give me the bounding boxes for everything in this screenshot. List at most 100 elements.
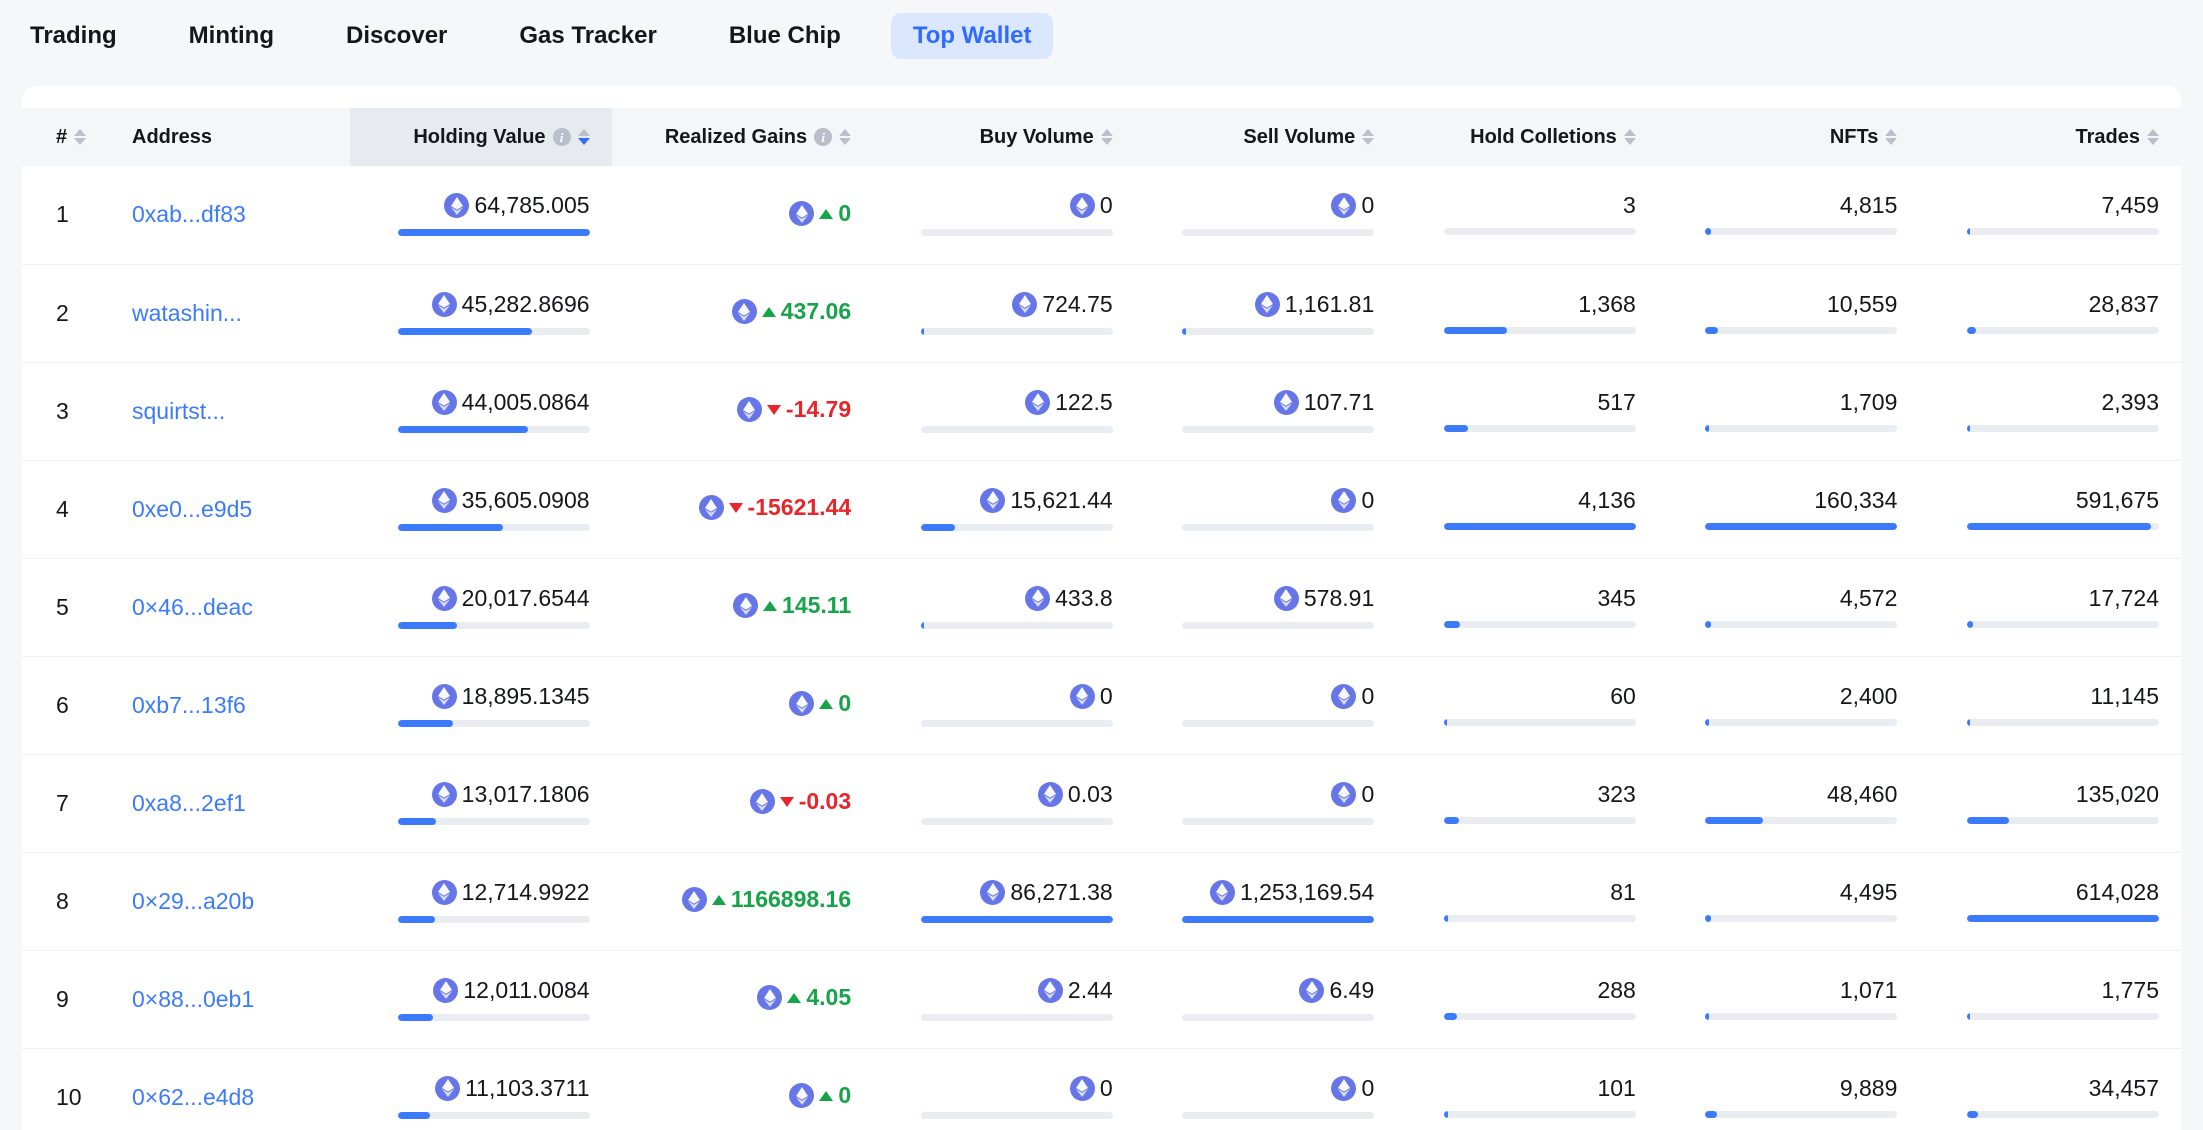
holding-value-value: 12,011.0084 (433, 977, 590, 1003)
info-icon[interactable]: i (814, 128, 833, 146)
sort-toggle-icon[interactable] (2147, 129, 2159, 145)
table-row[interactable]: 1 0xab...df83 64,785.005 0 0 0 3 4,815 7,459 (22, 166, 2181, 264)
hold-collections-cell: 101 (1396, 1048, 1658, 1130)
nav-tab-discover[interactable]: Discover (324, 13, 469, 59)
buy-volume-text: 433.8 (1055, 584, 1113, 611)
address-link[interactable]: 0xb7...13f6 (132, 692, 246, 718)
sort-toggle-icon[interactable] (1100, 129, 1113, 145)
trades-text: 135,020 (2075, 780, 2159, 807)
address-link[interactable]: 0×62...e4d8 (132, 1084, 254, 1110)
buy-volume-value: 0 (1069, 683, 1113, 709)
nfts-cell: 4,572 (1658, 558, 1920, 656)
sell-volume-text: 1,253,169.54 (1239, 878, 1375, 905)
address-link[interactable]: 0xa8...2ef1 (132, 790, 246, 816)
address-link[interactable]: squirtst... (132, 398, 225, 424)
address-link[interactable]: 0×29...a20b (132, 888, 254, 914)
holding-value-progress-bar (397, 915, 590, 923)
hold-collections-cell: 4,136 (1396, 460, 1658, 558)
address-link[interactable]: 0×46...deac (132, 594, 253, 620)
table-row[interactable]: 2 watashin... 45,282.8696 437.06 724.75 1,161… (22, 264, 2181, 362)
holding-value-value: 35,605.0908 (431, 487, 590, 513)
sell-volume-cell: 0 (1135, 166, 1397, 264)
sort-toggle-icon[interactable] (1362, 129, 1375, 145)
hold-collections-value: 101 (1597, 1076, 1635, 1100)
nfts-cell: 10,559 (1658, 264, 1920, 362)
buy-volume-cell: 0 (873, 1048, 1135, 1130)
realized-gains-text: 145.11 (782, 592, 852, 619)
table-row[interactable]: 6 0xb7...13f6 18,895.1345 0 0 0 60 2,400 11,145 (22, 656, 2181, 754)
sort-toggle-icon[interactable] (1623, 129, 1636, 145)
table-row[interactable]: 8 0×29...a20b 12,714.9922 1166898.16 86,271.… (22, 852, 2181, 950)
trades-progress-bar (1967, 914, 2159, 922)
column-header-hold[interactable]: Hold Colletions (1396, 108, 1658, 166)
nav-tab-gas-tracker[interactable]: Gas Tracker (497, 13, 678, 59)
table-row[interactable]: 4 0xe0...e9d5 35,605.0908 -15621.44 15,621.4… (22, 460, 2181, 558)
nfts-text: 9,889 (1839, 1074, 1898, 1101)
column-header-nfts[interactable]: NFTs (1658, 108, 1920, 166)
table-row[interactable]: 7 0xa8...2ef1 13,017.1806 -0.03 0.03 0 323 48,4… (22, 754, 2181, 852)
column-header-gains[interactable]: Realized Gains i (612, 108, 874, 166)
nfts-value: 4,815 (1840, 194, 1898, 217)
holding-value-value: 64,785.005 (444, 192, 590, 219)
sell-volume-text: 1,161.81 (1284, 290, 1375, 317)
table-row[interactable]: 10 0×62...e4d8 11,103.3711 0 0 0 101 9,889 34,45… (22, 1048, 2181, 1130)
hold-collections-progress-bar (1443, 1012, 1636, 1020)
holding-value-cell: 35,605.0908 (350, 460, 612, 558)
hold-collections-value: 288 (1597, 978, 1635, 1002)
ethereum-icon (731, 299, 757, 325)
hold-collections-text: 323 (1597, 780, 1636, 807)
holding-value-text: 64,785.005 (474, 192, 590, 219)
sort-toggle-icon[interactable] (1885, 129, 1898, 145)
column-header-rank[interactable]: # (22, 108, 110, 166)
nfts-progress-bar (1705, 1110, 1898, 1118)
info-icon[interactable]: i (552, 128, 571, 146)
realized-gains-text: 4.05 (806, 984, 852, 1011)
ethereum-icon (431, 879, 457, 905)
nfts-cell: 48,460 (1658, 754, 1920, 852)
address-link[interactable]: 0×88...0eb1 (132, 986, 254, 1012)
table-row[interactable]: 5 0×46...deac 20,017.6544 145.11 433.8 578.91… (22, 558, 2181, 656)
sort-toggle-icon[interactable] (577, 129, 590, 145)
ethereum-icon (431, 585, 457, 611)
nfts-progress-bar (1705, 228, 1898, 236)
gain-direction-up-icon (819, 208, 834, 219)
table-row[interactable]: 9 0×88...0eb1 12,011.0084 4.05 2.44 6.49 288 1,… (22, 950, 2181, 1048)
main-navigation: Trading Minting Discover Gas Tracker Blue Ch… (0, 0, 2203, 72)
hold-collections-cell: 323 (1396, 754, 1658, 852)
sell-volume-value: 1,253,169.54 (1209, 878, 1375, 905)
address-link[interactable]: watashin... (132, 300, 242, 326)
nav-tab-trading[interactable]: Trading (8, 13, 139, 59)
sort-toggle-icon[interactable] (74, 129, 87, 145)
column-header-buy[interactable]: Buy Volume (873, 108, 1135, 166)
column-header-holding[interactable]: Holding Value i (350, 108, 612, 166)
sell-volume-progress-bar (1182, 229, 1375, 237)
nav-tab-minting[interactable]: Minting (167, 13, 296, 59)
nav-tab-top-wallet[interactable]: Top Wallet (890, 13, 1054, 59)
buy-volume-progress-bar (920, 1013, 1113, 1021)
sell-volume-value: 0 (1331, 1075, 1374, 1101)
nav-tab-blue-chip[interactable]: Blue Chip (707, 13, 863, 59)
holding-value-cell: 11,103.3711 (350, 1048, 612, 1130)
hold-collections-text: 345 (1597, 584, 1636, 611)
trades-cell: 34,457 (1919, 1048, 2181, 1130)
sell-volume-value: 107.71 (1273, 389, 1374, 415)
column-header-sell[interactable]: Sell Volume (1135, 108, 1397, 166)
buy-volume-cell: 0 (873, 166, 1135, 264)
trades-cell: 591,675 (1919, 460, 2181, 558)
column-header-trades[interactable]: Trades (1919, 108, 2181, 166)
table-row[interactable]: 3 squirtst... 44,005.0864 -14.79 122.5 107.71… (22, 362, 2181, 460)
ethereum-icon (433, 977, 459, 1003)
ethereum-icon (1331, 1075, 1357, 1101)
ethereum-icon (1331, 781, 1357, 807)
holding-value-value: 13,017.1806 (431, 781, 590, 807)
sell-volume-value: 578.91 (1273, 585, 1374, 611)
top-wallet-card: # Address Holding Value i Realized Gains i Buy… (22, 86, 2181, 1130)
ethereum-icon (980, 879, 1006, 905)
sort-toggle-icon[interactable] (839, 129, 852, 145)
trades-text: 11,145 (2090, 682, 2159, 709)
address-link[interactable]: 0xab...df83 (132, 201, 246, 227)
address-link[interactable]: 0xe0...e9d5 (132, 496, 252, 522)
sell-volume-progress-bar (1182, 327, 1375, 335)
trades-value: 1,775 (2101, 978, 2159, 1002)
top-wallet-table: # Address Holding Value i Realized Gains i Buy… (22, 108, 2181, 1130)
